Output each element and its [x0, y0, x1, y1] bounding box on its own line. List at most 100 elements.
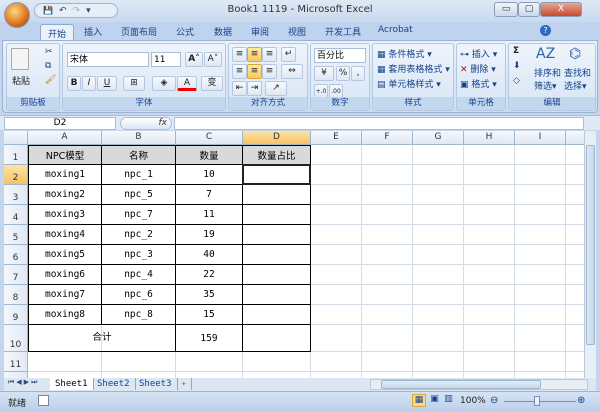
table-header-cell[interactable]: NPC模型: [28, 145, 102, 165]
shrink-font-button[interactable]: A˅: [204, 52, 222, 67]
delete-cells-button[interactable]: ✕ 删除 ▾: [460, 62, 496, 75]
table-cell[interactable]: 22: [176, 265, 243, 285]
column-header[interactable]: F: [362, 131, 413, 145]
find-select-button[interactable]: 查找和 选择▾: [564, 66, 591, 92]
row-header[interactable]: 4: [4, 205, 28, 225]
column-header[interactable]: C: [176, 131, 243, 145]
zoom-level[interactable]: 100%: [460, 396, 486, 406]
table-cell[interactable]: moxing4: [28, 225, 102, 245]
wrap-text-button[interactable]: ↵: [281, 47, 296, 62]
paste-icon[interactable]: [11, 48, 29, 70]
table-header-cell[interactable]: 数量占比: [243, 145, 311, 165]
close-button[interactable]: X: [540, 2, 582, 17]
page-break-view-icon[interactable]: ▥: [442, 394, 455, 407]
tab-data[interactable]: 数据: [214, 25, 232, 38]
spreadsheet-grid[interactable]: ABCDEFGHI123456789101112NPC模型名称数量数量占比mox…: [4, 131, 584, 378]
sort-filter-button[interactable]: 排序和 筛选▾: [534, 66, 561, 92]
tab-insert[interactable]: 插入: [84, 25, 102, 38]
tab-page-layout[interactable]: 页面布局: [121, 25, 157, 38]
currency-button[interactable]: ¥: [314, 66, 334, 81]
autosum-button[interactable]: Σ: [513, 46, 519, 56]
phonetic-button[interactable]: 变: [201, 76, 223, 91]
row-header[interactable]: 6: [4, 245, 28, 265]
table-cell[interactable]: [243, 245, 311, 265]
zoom-in-button[interactable]: ⊕: [577, 395, 585, 406]
comma-button[interactable]: ,: [351, 66, 365, 81]
table-cell[interactable]: 40: [176, 245, 243, 265]
increase-indent-button[interactable]: ⇥: [247, 81, 262, 96]
table-cell[interactable]: [243, 225, 311, 245]
table-cell[interactable]: npc_4: [102, 265, 176, 285]
row-header[interactable]: 7: [4, 265, 28, 285]
column-header[interactable]: H: [464, 131, 515, 145]
insert-sheet-icon[interactable]: ✦: [176, 378, 193, 390]
column-header[interactable]: A: [28, 131, 102, 145]
number-format-select[interactable]: 百分比: [314, 48, 366, 63]
row-header[interactable]: 2: [4, 165, 28, 185]
table-cell[interactable]: moxing1: [28, 165, 102, 185]
row-header[interactable]: 1: [4, 145, 28, 165]
formula-input[interactable]: [174, 117, 584, 130]
help-icon[interactable]: ?: [540, 25, 551, 36]
restore-button[interactable]: ▢: [518, 2, 540, 17]
row-header[interactable]: 8: [4, 285, 28, 305]
align-right-button[interactable]: ≡: [262, 64, 277, 79]
paste-button[interactable]: 粘贴: [12, 74, 30, 87]
minimize-button[interactable]: ▭: [494, 2, 518, 17]
name-box[interactable]: D2: [4, 117, 116, 130]
column-header[interactable]: E: [311, 131, 362, 145]
total-value-cell[interactable]: 159: [176, 325, 243, 352]
table-cell[interactable]: [243, 325, 311, 352]
select-all-corner[interactable]: [4, 131, 28, 145]
macro-record-icon[interactable]: [38, 395, 49, 406]
table-cell[interactable]: 10: [176, 165, 243, 185]
font-size-select[interactable]: 11: [151, 52, 181, 67]
zoom-slider-thumb[interactable]: [534, 396, 540, 406]
column-header[interactable]: D: [243, 131, 311, 145]
grow-font-button[interactable]: A˄: [185, 52, 203, 67]
conditional-formatting-button[interactable]: ▦ 条件格式 ▾: [377, 47, 432, 60]
page-layout-view-icon[interactable]: ▣: [428, 394, 441, 407]
table-cell[interactable]: npc_3: [102, 245, 176, 265]
undo-icon[interactable]: ↶: [59, 6, 67, 16]
sheet-tab-sheet3[interactable]: Sheet3: [134, 378, 178, 390]
align-center-button[interactable]: ≡: [247, 64, 262, 79]
table-cell[interactable]: moxing5: [28, 245, 102, 265]
table-cell[interactable]: [243, 305, 311, 325]
format-painter-icon[interactable]: 🖌: [45, 75, 56, 85]
zoom-out-button[interactable]: ⊖: [490, 395, 498, 406]
table-cell[interactable]: moxing7: [28, 285, 102, 305]
table-cell[interactable]: npc_7: [102, 205, 176, 225]
customize-icon[interactable]: ▾: [86, 6, 91, 16]
insert-cells-button[interactable]: ⊶ 插入 ▾: [460, 47, 497, 60]
office-button[interactable]: [4, 2, 30, 28]
table-cell[interactable]: npc_5: [102, 185, 176, 205]
align-top-button[interactable]: ≡: [232, 47, 247, 62]
percent-button[interactable]: %: [336, 66, 350, 81]
tab-view[interactable]: 视图: [288, 25, 306, 38]
underline-button[interactable]: U: [97, 76, 117, 91]
table-cell[interactable]: [243, 205, 311, 225]
normal-view-icon[interactable]: ▦: [412, 394, 426, 407]
row-header[interactable]: 5: [4, 225, 28, 245]
merge-center-button[interactable]: ⇔: [281, 64, 303, 79]
vertical-scrollbar[interactable]: [584, 131, 596, 378]
table-cell[interactable]: 15: [176, 305, 243, 325]
table-cell[interactable]: 35: [176, 285, 243, 305]
column-header[interactable]: B: [102, 131, 176, 145]
table-cell[interactable]: [243, 185, 311, 205]
tab-home[interactable]: 开始: [40, 24, 75, 41]
row-header[interactable]: 9: [4, 305, 28, 325]
redo-icon[interactable]: ↷: [73, 6, 81, 16]
orientation-button[interactable]: ↗: [265, 81, 287, 96]
sheet-nav-buttons[interactable]: ⏮◀▶⏭: [8, 378, 39, 387]
fill-icon[interactable]: ⬇: [513, 61, 521, 71]
table-cell[interactable]: npc_6: [102, 285, 176, 305]
fill-color-button[interactable]: ◈: [152, 76, 176, 91]
table-cell[interactable]: moxing2: [28, 185, 102, 205]
table-cell[interactable]: npc_8: [102, 305, 176, 325]
font-color-button[interactable]: A: [177, 76, 197, 91]
bold-button[interactable]: B: [67, 76, 81, 91]
zoom-slider[interactable]: [504, 401, 576, 402]
horizontal-scrollbar[interactable]: [370, 379, 588, 390]
